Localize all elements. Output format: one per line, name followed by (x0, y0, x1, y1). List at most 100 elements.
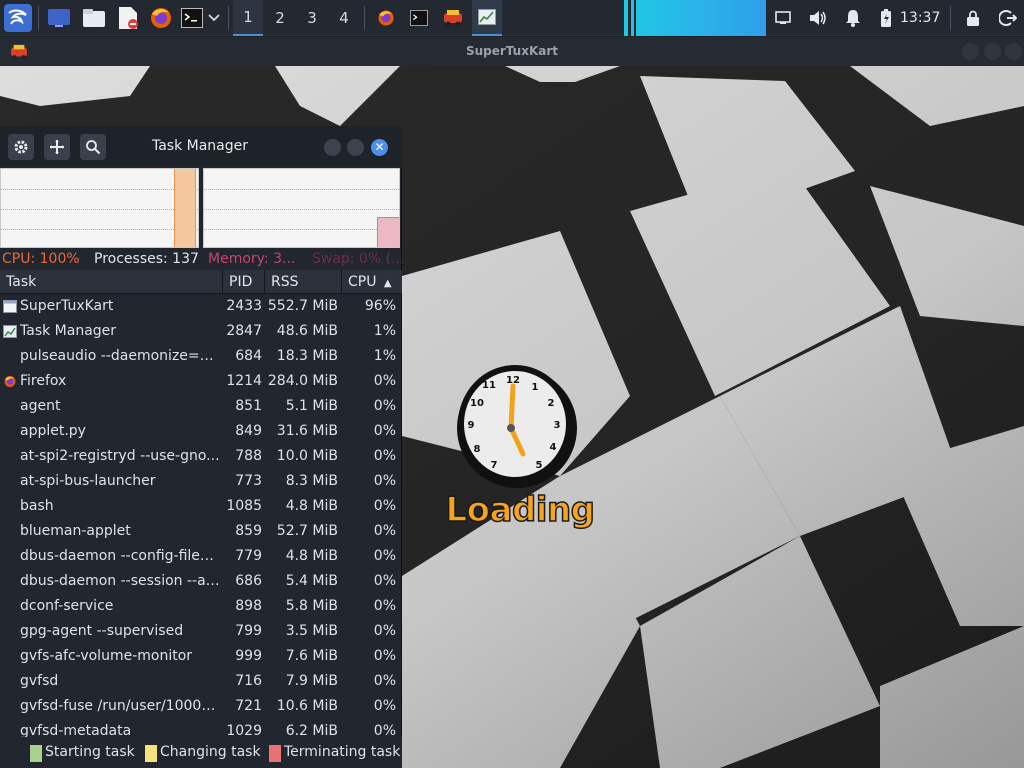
task-cpu: 0% (373, 623, 396, 639)
supertuxkart-window-button[interactable] (438, 2, 468, 34)
table-row[interactable]: dbus-daemon --config-file=... 779 4.8 MiB 0… (0, 544, 402, 569)
task-rss: 31.6 MiB (276, 423, 338, 439)
maximize-button[interactable] (347, 139, 364, 156)
task-pid: 1085 (226, 498, 262, 514)
task-cpu: 0% (373, 698, 396, 714)
column-header-rss[interactable]: RSS (265, 270, 342, 294)
minimize-button[interactable] (324, 139, 341, 156)
table-row[interactable]: Task Manager 2847 48.6 MiB 1% (0, 319, 402, 344)
task-rss: 3.5 MiB (285, 623, 338, 639)
workspace-2-button[interactable]: 2 (265, 0, 295, 36)
logout-icon[interactable] (996, 2, 1020, 34)
task-rss: 5.1 MiB (285, 398, 338, 414)
terminating-task-label: Terminating task (284, 744, 401, 760)
game-maximize-button[interactable] (984, 43, 1001, 60)
taskmanager-window-button[interactable] (472, 0, 502, 36)
task-cpu: 1% (373, 348, 396, 364)
table-row[interactable]: applet.py 849 31.6 MiB 0% (0, 419, 402, 444)
table-row[interactable]: SuperTuxKart 2433 552.7 MiB 96% (0, 294, 402, 319)
clock[interactable]: 13:37 (900, 0, 940, 36)
table-row[interactable]: pulseaudio --daemonize=no... 684 18.3 MiB 1… (0, 344, 402, 369)
task-pid: 721 (235, 698, 262, 714)
game-close-button[interactable] (1005, 43, 1022, 60)
task-pid: 1029 (226, 723, 262, 737)
workspace-3-button[interactable]: 3 (297, 0, 327, 36)
task-rss: 7.6 MiB (285, 648, 338, 664)
lock-icon[interactable] (962, 2, 984, 34)
panel-divider-left (628, 0, 631, 36)
task-cpu: 96% (364, 298, 396, 314)
task-cpu: 0% (373, 648, 396, 664)
table-row[interactable]: gvfs-afc-volume-monitor 999 7.6 MiB 0% (0, 644, 402, 669)
table-row[interactable]: gpg-agent --supervised 799 3.5 MiB 0% (0, 619, 402, 644)
desktop-icon[interactable] (45, 2, 73, 34)
task-rss: 4.8 MiB (285, 498, 338, 514)
task-name: agent (20, 398, 61, 414)
task-rss: 52.7 MiB (276, 523, 338, 539)
task-pid: 851 (235, 398, 262, 414)
table-row[interactable]: at-spi-bus-launcher 773 8.3 MiB 0% (0, 469, 402, 494)
firefox-window-button[interactable] (372, 2, 400, 34)
process-table[interactable]: SuperTuxKart 2433 552.7 MiB 96% Task Manager… (0, 294, 402, 737)
processes-stat: Processes: 137 (94, 251, 199, 267)
file-manager-icon[interactable] (80, 2, 108, 34)
task-cpu: 0% (373, 373, 396, 389)
game-minimize-button[interactable] (962, 43, 979, 60)
stats-bar: CPU: 100% Processes: 137 Memory: 3... Sw… (0, 248, 402, 270)
memory-usage-graph (203, 168, 400, 248)
volume-icon[interactable] (806, 2, 830, 34)
table-row[interactable]: dconf-service 898 5.8 MiB 0% (0, 594, 402, 619)
table-row[interactable]: agent 851 5.1 MiB 0% (0, 394, 402, 419)
notification-bell-icon[interactable] (842, 2, 864, 34)
select-window-button[interactable] (44, 134, 70, 160)
task-rss: 18.3 MiB (276, 348, 338, 364)
chevron-down-icon[interactable] (205, 2, 223, 34)
settings-button[interactable] (8, 134, 34, 160)
task-cpu: 0% (373, 723, 396, 737)
task-rss: 4.8 MiB (285, 548, 338, 564)
task-pid: 999 (235, 648, 262, 664)
column-header-pid[interactable]: PID (223, 270, 265, 294)
workspace-4-button[interactable]: 4 (329, 0, 359, 36)
table-row[interactable]: Firefox 1214 284.0 MiB 0% (0, 369, 402, 394)
task-name: gvfsd-metadata (20, 723, 132, 737)
search-button[interactable] (80, 134, 106, 160)
column-header-task[interactable]: Task (0, 270, 223, 294)
terminal-icon[interactable] (180, 2, 204, 34)
panel-divider-right (634, 0, 636, 36)
crosshair-icon (50, 140, 64, 154)
svg-text:11: 11 (482, 380, 496, 391)
firefox-icon[interactable] (147, 2, 175, 34)
task-manager-title: Task Manager (151, 138, 249, 154)
table-row[interactable]: gvfsd-metadata 1029 6.2 MiB 0% (0, 719, 402, 737)
table-row[interactable]: dbus-daemon --session --ad... 686 5.4 MiB 0… (0, 569, 402, 594)
terminal-window-button[interactable] (405, 2, 433, 34)
table-row[interactable]: gvfsd-fuse /run/user/1000/g... 721 10.6 Mi… (0, 694, 402, 719)
kali-menu-icon[interactable] (2, 2, 34, 34)
close-button[interactable]: ✕ (371, 139, 388, 156)
table-row[interactable]: gvfsd 716 7.9 MiB 0% (0, 669, 402, 694)
table-row[interactable]: at-spi2-registryd --use-gno... 788 10.0 Mi… (0, 444, 402, 469)
loading-clock-icon: 12 1 2 3 4 5 7 8 9 10 11 (457, 365, 577, 488)
starting-task-label: Starting task (45, 744, 135, 760)
task-pid: 2847 (226, 323, 262, 339)
task-cpu: 0% (373, 548, 396, 564)
task-rss: 7.9 MiB (285, 673, 338, 689)
game-window-titlebar[interactable]: SuperTuxKart (0, 37, 1024, 66)
task-cpu: 0% (373, 473, 396, 489)
task-pid: 859 (235, 523, 262, 539)
task-manager-titlebar[interactable]: Task Manager ✕ (0, 126, 402, 167)
task-cpu: 0% (373, 448, 396, 464)
battery-icon[interactable] (876, 2, 896, 34)
workspace-1-button[interactable]: 1 (233, 0, 263, 36)
display-icon[interactable] (773, 2, 793, 34)
task-name: applet.py (20, 423, 86, 439)
text-editor-icon[interactable] (114, 2, 142, 34)
cpu-load-bar (624, 0, 766, 36)
svg-text:1: 1 (532, 382, 539, 393)
table-row[interactable]: blueman-applet 859 52.7 MiB 0% (0, 519, 402, 544)
table-header: Task PID RSS CPU ▲ (0, 270, 402, 294)
table-row[interactable]: bash 1085 4.8 MiB 0% (0, 494, 402, 519)
column-header-cpu[interactable]: CPU ▲ (342, 270, 402, 294)
svg-text:5: 5 (536, 460, 543, 471)
